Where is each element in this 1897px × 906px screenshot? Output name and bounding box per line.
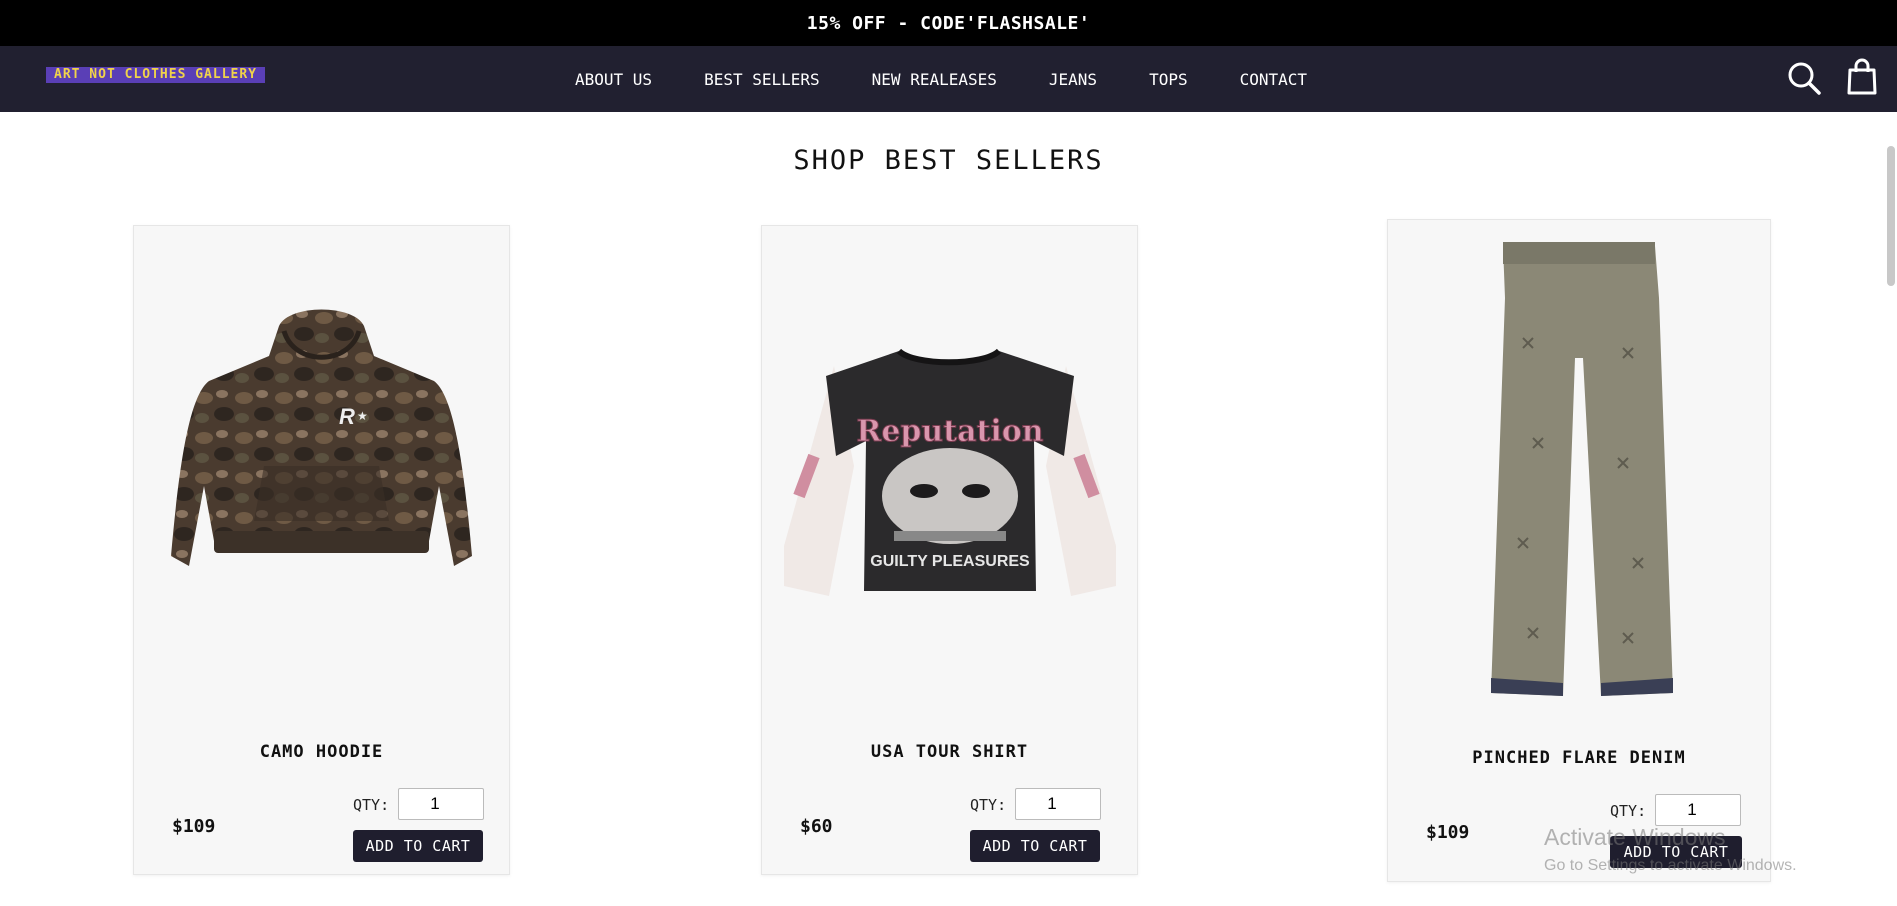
svg-text:GUILTY PLEASURES: GUILTY PLEASURES	[870, 553, 1030, 570]
product-name: PINCHED FLARE DENIM	[1472, 748, 1686, 768]
page-scrollbar[interactable]	[1885, 112, 1897, 906]
qty-label: QTY:	[1610, 802, 1647, 820]
watermark-title: Activate Windows	[1544, 824, 1726, 850]
product-card: PINCHED FLARE DENIM $109 QTY: 1 ADD TO C…	[1387, 219, 1771, 882]
quantity-input[interactable]: 1	[1015, 788, 1101, 820]
add-to-cart-button[interactable]: ADD TO CART	[970, 830, 1100, 862]
camo-hoodie-image[interactable]: R ★	[154, 306, 489, 636]
scrollbar-thumb[interactable]	[1887, 146, 1895, 286]
product-card: Reputation GUILTY PLEASURES USA TOUR SHI…	[761, 225, 1138, 875]
product-card: R ★ CAMO HOODIE $109 QTY: 1 ADD TO CART	[133, 225, 510, 875]
qty-label: QTY:	[970, 796, 1007, 814]
search-icon[interactable]	[1786, 60, 1822, 96]
main-menu: ABOUT US BEST SELLERS NEW REALEASES JEAN…	[575, 46, 1359, 112]
page-title: SHOP BEST SELLERS	[793, 145, 1104, 176]
svg-text:R: R	[339, 404, 355, 429]
product-price: $109	[172, 816, 216, 837]
nav-jeans[interactable]: JEANS	[1049, 70, 1097, 89]
nav-tops[interactable]: TOPS	[1149, 70, 1188, 89]
site-logo[interactable]: ART NOT CLOTHES GALLERY	[46, 67, 266, 83]
nav-new-releases[interactable]: NEW REALEASES	[872, 70, 997, 89]
nav-contact[interactable]: CONTACT	[1240, 70, 1307, 89]
product-name: CAMO HOODIE	[259, 742, 384, 762]
navbar: ART NOT CLOTHES GALLERY ABOUT US BEST SE…	[0, 46, 1897, 112]
watermark-subtitle: Go to Settings to activate Windows.	[1544, 857, 1797, 874]
svg-text:★: ★	[357, 409, 368, 423]
tour-shirt-image[interactable]: Reputation GUILTY PLEASURES	[774, 346, 1126, 606]
promo-text: 15% OFF - CODE'FLASHSALE'	[806, 12, 1091, 34]
qty-label: QTY:	[353, 796, 390, 814]
nav-about-us[interactable]: ABOUT US	[575, 70, 652, 89]
quantity-input[interactable]: 1	[398, 788, 484, 820]
shopping-bag-icon[interactable]	[1846, 58, 1878, 96]
product-price: $60	[800, 816, 833, 837]
activate-windows-watermark: Activate Windows Go to Settings to activ…	[1544, 824, 1797, 875]
flare-denim-image[interactable]	[1483, 238, 1683, 708]
product-price: $109	[1426, 822, 1470, 843]
product-name: USA TOUR SHIRT	[870, 742, 1029, 762]
nav-best-sellers[interactable]: BEST SELLERS	[704, 70, 820, 89]
add-to-cart-button[interactable]: ADD TO CART	[353, 830, 483, 862]
promo-banner: 15% OFF - CODE'FLASHSALE'	[0, 0, 1897, 46]
svg-text:Reputation: Reputation	[856, 414, 1043, 449]
quantity-input[interactable]: 1	[1655, 794, 1741, 826]
